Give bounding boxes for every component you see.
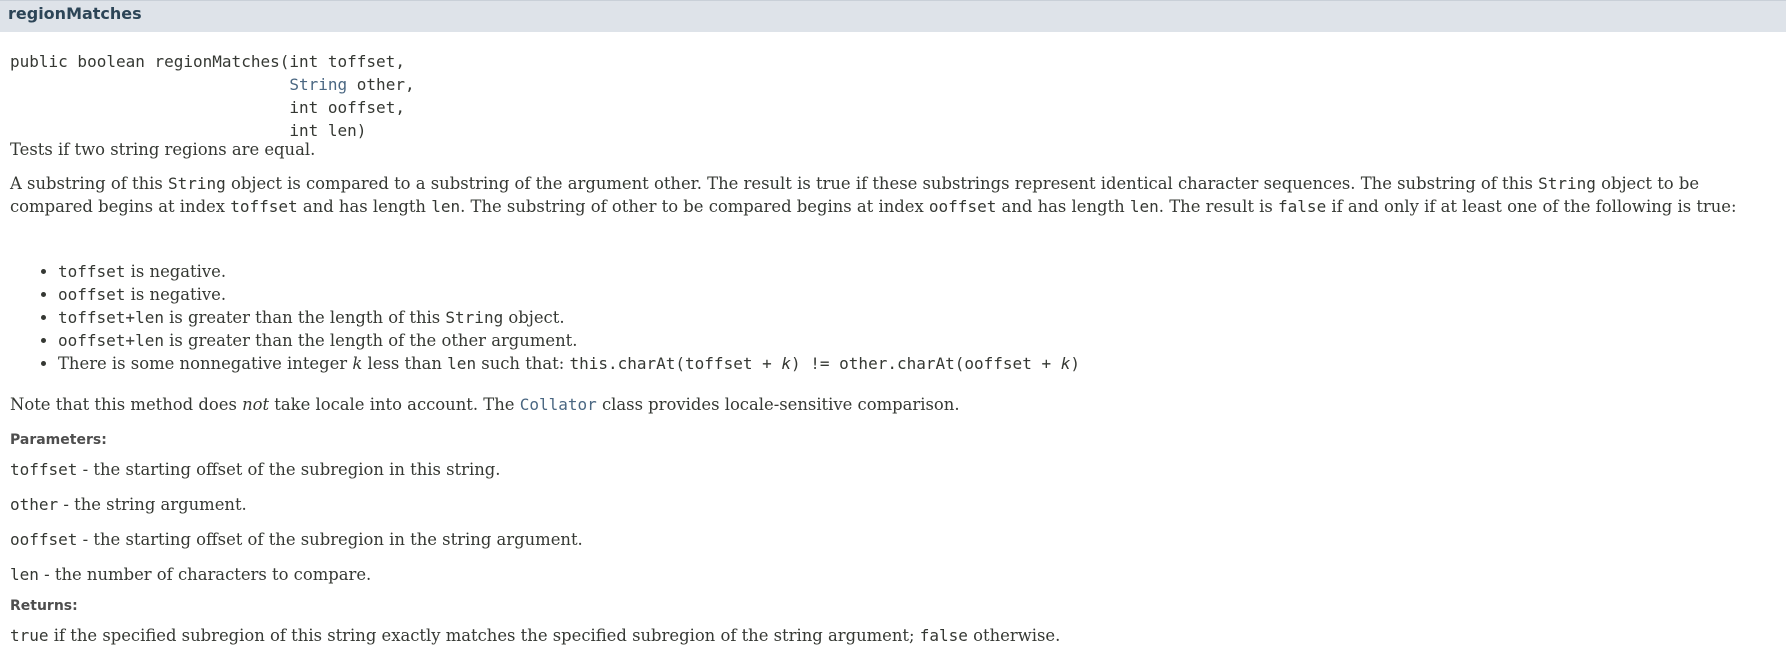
- list-item: toffset is negative.: [58, 260, 1080, 283]
- locale-note: Note that this method does not take loca…: [10, 395, 960, 414]
- list-item: ooffset+len is greater than the length o…: [58, 329, 1080, 352]
- param-other: other - the string argument.: [10, 495, 247, 514]
- string-type-link[interactable]: String: [289, 75, 347, 94]
- returns-label: Returns:: [10, 598, 78, 614]
- conditions-list: toffset is negative. ooffset is negative…: [0, 260, 1080, 375]
- method-summary: Tests if two string regions are equal.: [10, 140, 316, 159]
- collator-link[interactable]: Collator: [520, 395, 597, 414]
- method-header-bar: regionMatches: [0, 0, 1786, 32]
- method-signature: public boolean regionMatches(int toffset…: [10, 52, 415, 140]
- parameters-label: Parameters:: [10, 432, 107, 448]
- param-toffset: toffset - the starting offset of the sub…: [10, 460, 501, 479]
- list-item: toffset+len is greater than the length o…: [58, 306, 1080, 329]
- signature-line-1: public boolean regionMatches(int toffset…: [10, 52, 405, 71]
- list-item: ooffset is negative.: [58, 283, 1080, 306]
- returns-description: true if the specified subregion of this …: [10, 626, 1061, 645]
- method-title: regionMatches: [8, 4, 142, 23]
- list-item: There is some nonnegative integer k less…: [58, 352, 1080, 375]
- signature-param-ooffset: int ooffset,: [289, 98, 405, 117]
- param-ooffset: ooffset - the starting offset of the sub…: [10, 530, 583, 549]
- method-description: A substring of this String object is com…: [10, 174, 1737, 216]
- param-len: len - the number of characters to compar…: [10, 565, 372, 584]
